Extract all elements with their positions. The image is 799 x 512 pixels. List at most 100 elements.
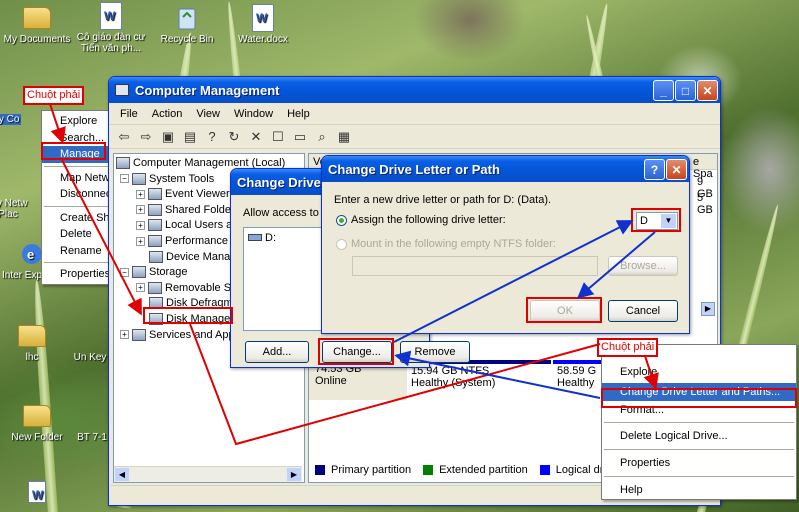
partition-context-menu: Explore Change Drive Letter and Paths...… [601,344,797,500]
export-icon[interactable]: ▦ [335,128,353,146]
menu-window[interactable]: Window [227,108,280,120]
svg-text:e: e [27,247,34,262]
desktop-icon-unikey[interactable]: Un Key [70,322,110,363]
toolbar: ⇦ ⇨ ▣ ▤ ? ↻ ✕ ☐ ▭ ⌕ ▦ [109,125,720,149]
scroll-right-icon[interactable]: ▶ [701,302,715,316]
search-icon[interactable]: ⌕ [313,128,331,146]
scroll-right-icon[interactable]: ▶ [287,468,301,481]
desktop-icon-my-documents[interactable]: My Documents [0,4,77,45]
assign-letter-radio[interactable]: Assign the following drive letter: [336,214,506,226]
menu-action[interactable]: Action [145,108,190,120]
desktop-icon-new-folder[interactable]: New Folder [0,402,77,443]
computer-management-icon [116,157,130,170]
right-click-label: Chuột phải [597,338,659,357]
system-tools-icon [132,172,146,185]
right-click-label: Chuột phải [23,86,85,105]
word-document-icon [96,2,126,30]
document-icon [22,478,52,506]
help-icon[interactable]: ? [203,128,221,146]
window-title: Computer Management [135,82,280,98]
legend-swatch-primary [315,465,325,475]
legend-swatch-logical [539,465,550,475]
drive-path-list[interactable]: D: [243,227,323,331]
menu-help[interactable]: Help [280,108,317,120]
highlight-change-button [318,338,394,365]
free-space-value: 5 GB [697,192,713,216]
mount-folder-input[interactable] [352,256,598,276]
radio-unselected-icon [336,238,347,250]
browse-button[interactable]: Browse... [608,256,678,276]
open-folder-icon[interactable]: ▭ [291,128,309,146]
folder-icon [17,322,47,350]
menu-view[interactable]: View [189,108,227,120]
highlight-change-drive-letter-menu [601,388,797,408]
minimize-button[interactable]: _ [653,80,674,101]
removable-storage-icon [148,281,162,294]
highlight-ok-button [526,297,602,323]
show-tree-icon[interactable]: ▤ [181,128,199,146]
event-viewer-icon [148,188,162,201]
back-arrow-icon[interactable]: ⇦ [115,128,133,146]
menu-item-properties[interactable]: Properties [602,453,796,473]
radio-selected-icon [336,214,347,226]
maximize-icon: □ [681,83,690,98]
network-icon [0,168,23,196]
menu-item-rename[interactable]: Rename [42,243,113,260]
unikey-icon [75,322,105,350]
add-button[interactable]: Add... [245,341,309,363]
shared-folders-icon [148,203,162,216]
refresh-icon[interactable]: ↻ [225,128,243,146]
menu-item-delete-logical-drive[interactable]: Delete Logical Drive... [602,426,796,446]
desktop-icon-water-docx[interactable]: Water.docx [223,4,303,45]
cancel-button[interactable]: Cancel [608,300,678,322]
tree-horizontal-scrollbar[interactable]: ◀ ▶ [114,466,302,482]
list-item[interactable]: D: [248,232,318,244]
help-icon: ? [650,162,659,177]
dialog-prompt: Enter a new drive letter or path for D: … [334,194,552,206]
close-icon: ✕ [702,83,713,98]
up-folder-icon[interactable]: ▣ [159,128,177,146]
remove-button[interactable]: Remove [400,341,470,363]
local-users-icon [148,219,162,232]
recycle-bin-icon [172,4,202,32]
desktop-context-menu: Explore Search... Manage Map Netw Discon… [41,110,113,285]
menu-item-delete[interactable]: Delete [42,226,113,243]
document-icon [77,402,107,430]
dialog-close-button[interactable]: ✕ [666,159,687,180]
scroll-left-icon[interactable]: ◀ [115,468,129,481]
menu-file[interactable]: File [113,108,145,120]
desktop-icon-document[interactable] [22,478,52,508]
computer-management-titlebar[interactable]: Computer Management _ □ ✕ [109,77,720,103]
menu-item-explore[interactable]: Explore [42,113,113,130]
minimize-icon: _ [660,83,667,98]
partition-legend: Primary partition Extended partition Log… [315,464,618,476]
device-manager-icon [149,250,163,263]
services-icon [132,328,146,341]
menu-item-explore[interactable]: Explore [602,361,796,383]
menu-item-disconnect[interactable]: Disconnec [42,186,113,203]
desktop-icon-folder-lhc[interactable]: lhc [0,322,67,363]
properties-icon[interactable]: ☐ [269,128,287,146]
desktop-icon-word-document[interactable]: Cô giáo đàn cư Tiến văn ph... [71,2,151,54]
menu-item-create-shortcut[interactable]: Create Sh [42,210,113,227]
change-drive-letter-dialog: Change Drive Letter or Path ? ✕ Enter a … [321,155,690,334]
menu-item-properties[interactable]: Properties [42,266,113,283]
desktop-icon-my-network[interactable]: My Netw Plac [0,168,38,220]
mount-folder-radio[interactable]: Mount in the following empty NTFS folder… [336,238,556,250]
desktop-icon-recycle-bin[interactable]: Recycle Bin [147,4,227,45]
disk-status: Online [315,375,347,387]
highlight-drive-letter [631,208,681,232]
close-button[interactable]: ✕ [697,80,718,101]
forward-arrow-icon[interactable]: ⇨ [137,128,155,146]
menu-item-map-network[interactable]: Map Netw [42,170,113,187]
menu-item-help[interactable]: Help [602,480,796,500]
folder-icon [22,4,52,32]
legend-swatch-extended [423,465,434,475]
help-button[interactable]: ? [644,159,665,180]
desktop-icon-bt[interactable]: BT 7-1 [72,402,112,443]
menu-bar: File Action View Window Help [109,103,720,125]
computer-icon [115,84,129,96]
dialog-titlebar[interactable]: Change Drive Letter or Path ? ✕ [322,156,689,182]
delete-icon[interactable]: ✕ [247,128,265,146]
maximize-button[interactable]: □ [675,80,696,101]
